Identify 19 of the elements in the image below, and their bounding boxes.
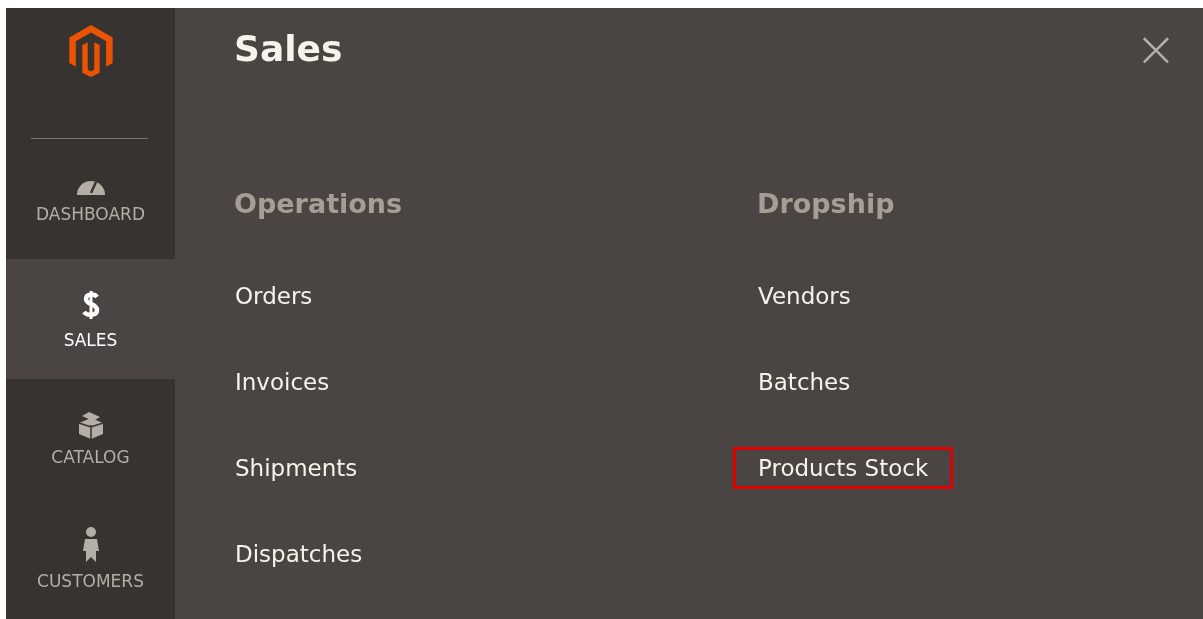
- section-heading: Dropship: [757, 189, 896, 221]
- person-icon: [81, 527, 100, 563]
- menu-link[interactable]: Products Stock: [733, 447, 954, 489]
- nav-item[interactable]: CUSTOMERS: [6, 499, 175, 619]
- menu-link[interactable]: Batches: [733, 361, 876, 403]
- nav-item[interactable]: SALES: [6, 259, 175, 379]
- logo-icon[interactable]: [68, 25, 113, 77]
- nav-item[interactable]: DASHBOARD: [6, 139, 175, 259]
- menu-link[interactable]: Shipments: [210, 447, 383, 489]
- menu-link[interactable]: Invoices: [210, 361, 355, 403]
- menu-link[interactable]: Dispatches: [210, 533, 388, 575]
- close-button[interactable]: ×: [1135, 23, 1203, 74]
- section-heading: Operations: [234, 189, 404, 221]
- box-icon: [77, 411, 104, 439]
- menu-link[interactable]: Orders: [210, 275, 338, 317]
- menu-link[interactable]: Vendors: [733, 275, 876, 317]
- panel-title: Sales: [234, 28, 343, 69]
- dollar-icon: [80, 288, 101, 322]
- nav-item[interactable]: CATALOG: [6, 379, 175, 499]
